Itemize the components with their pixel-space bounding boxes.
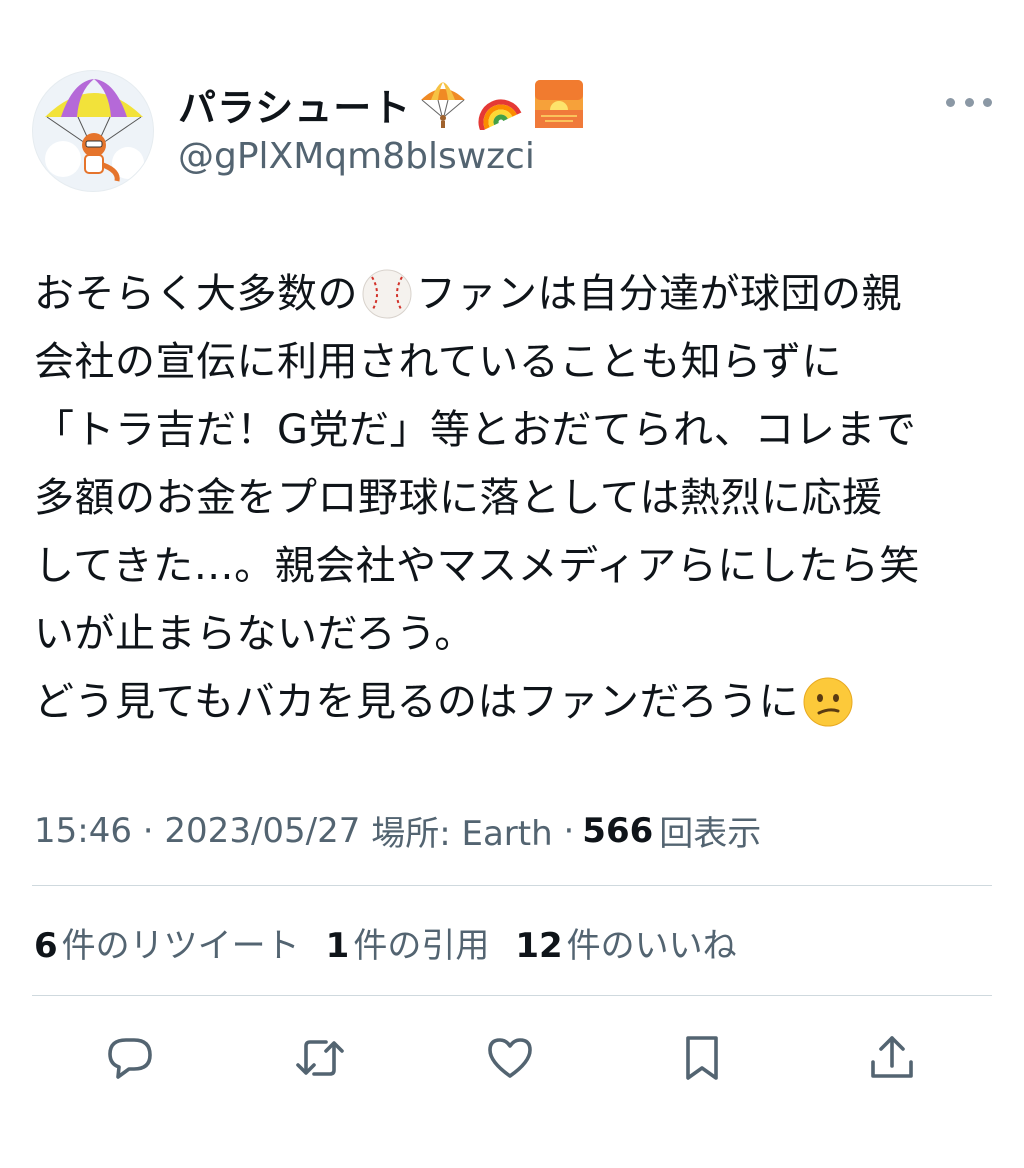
quotes-stat[interactable]: 1 件の引用 — [326, 918, 490, 967]
tweet-line: 多額のお金をプロ野球に落としては熱烈に応援 — [34, 475, 883, 521]
bookmark-icon[interactable] — [676, 1032, 728, 1084]
separator: · — [131, 810, 165, 851]
divider — [32, 995, 992, 996]
action-bar — [0, 1024, 1024, 1088]
like-icon[interactable] — [484, 1032, 536, 1084]
baseball-emoji — [360, 267, 414, 321]
more-options-icon[interactable] — [946, 90, 992, 114]
tweet-line: いが止まらないだろう。 — [34, 611, 475, 657]
likes-stat[interactable]: 12 件のいいね — [515, 918, 736, 967]
tweet-line: どう見てもバカを見るのはファンだろうに — [34, 668, 999, 736]
tweet-time[interactable]: 15:46 — [34, 811, 132, 851]
user-handle[interactable]: @gPlXMqm8blswzci — [178, 136, 535, 177]
divider — [32, 885, 992, 886]
confused-face-emoji — [801, 675, 855, 729]
display-name[interactable]: パラシュート — [178, 77, 411, 132]
tweet-stats: 6 件のリツイート 1 件の引用 12 件のいいね — [34, 918, 763, 967]
tweet-date[interactable]: 2023/05/27 — [164, 811, 360, 851]
name-row[interactable]: パラシュート — [178, 74, 585, 134]
tweet-line: してきた…。親会社やマスメディアらにしたら笑 — [34, 543, 920, 589]
reply-icon[interactable] — [104, 1032, 156, 1084]
rainbow-emoji — [475, 78, 527, 132]
tweet-line: おそらく大多数の ファンは自分達が球団の親 — [34, 260, 999, 328]
sunrise-emoji — [533, 78, 585, 130]
separator: · — [552, 810, 575, 851]
parachute-emoji — [417, 78, 469, 130]
avatar[interactable] — [32, 70, 154, 192]
tweet-location: 場所: Earth — [371, 814, 553, 854]
views-label: 回表示 — [659, 814, 762, 854]
share-icon[interactable] — [866, 1032, 918, 1084]
tweet-line: 会社の宣伝に利用されていることも知らずに — [34, 339, 842, 385]
retweet-icon[interactable] — [294, 1032, 346, 1084]
tweet-line: 「トラ吉だ！G党だ」等とおだてられ、コレまで — [34, 407, 917, 453]
retweets-stat[interactable]: 6 件のリツイート — [34, 918, 300, 967]
tweet-meta: 15:46 · 2023/05/27 場所: Earth · 566 回表示 — [34, 806, 761, 855]
tweet-text: おそらく大多数の ファンは自分達が球団の親 会社の宣伝に利用されていることも知ら… — [34, 260, 999, 736]
views-count: 566 — [582, 810, 654, 851]
